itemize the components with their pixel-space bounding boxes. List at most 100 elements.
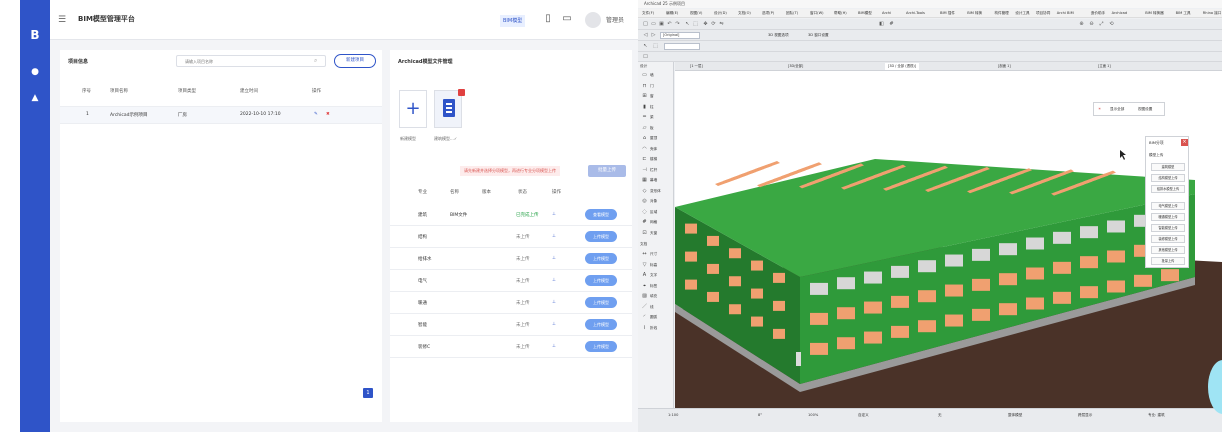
upload-icon[interactable]: ⊥ bbox=[552, 212, 556, 217]
cad-menu-item[interactable]: 设计工具 bbox=[1015, 11, 1029, 16]
tool-item[interactable]: ▭ 墙 bbox=[641, 72, 673, 79]
cad-menu-item[interactable]: Archi bbox=[882, 11, 891, 15]
row-action-button[interactable]: 上传模型 bbox=[585, 231, 617, 242]
tool-item[interactable]: ◇ 变形体 bbox=[641, 188, 673, 195]
row-action-button[interactable]: 上传模型 bbox=[585, 319, 617, 330]
palette-button[interactable]: 给排水模型上传 bbox=[1151, 185, 1185, 193]
table-row[interactable]: 1 Archicad示例项目 厂房 2022-10-10 17:10 ✎ ✖ bbox=[60, 106, 382, 124]
toolbox-icon[interactable]: ☐ bbox=[642, 54, 649, 61]
row-action-button[interactable]: 上传模型 bbox=[585, 341, 617, 352]
zoom-in-icon[interactable]: ⊕ bbox=[1078, 21, 1085, 28]
tool-item[interactable]: ⌇ 折线 bbox=[641, 325, 673, 332]
tool-item[interactable]: ◜ 圆弧 bbox=[641, 314, 673, 321]
palette-button[interactable]: 暖通模型上传 bbox=[1151, 213, 1185, 221]
status-item[interactable]: 自定义 bbox=[858, 413, 869, 418]
cad-menu-item[interactable]: 设计(D) bbox=[714, 11, 727, 16]
status-item[interactable]: 8° bbox=[758, 413, 762, 417]
message-icon[interactable]: ▭ bbox=[560, 12, 574, 26]
palette-button[interactable]: 批量上传 bbox=[1151, 257, 1185, 265]
cad-menu-item[interactable]: 文件(F) bbox=[642, 11, 654, 16]
cad-menu-item[interactable]: 视图(V) bbox=[690, 11, 702, 16]
tool-item[interactable]: ⌂ 屋顶 bbox=[641, 135, 673, 142]
mirror-icon[interactable]: ⇋ bbox=[718, 21, 725, 28]
cad-menu-item[interactable]: 选项(P) bbox=[762, 11, 774, 16]
tool-item[interactable]: ▦ 幕墙 bbox=[641, 177, 673, 184]
move-icon[interactable]: ✥ bbox=[702, 21, 709, 28]
tool-item[interactable]: ⊣ 栏杆 bbox=[641, 167, 673, 174]
project-search-input[interactable] bbox=[176, 55, 326, 67]
home-icon[interactable]: ● bbox=[29, 66, 41, 78]
edit-icon[interactable]: ✎ bbox=[314, 112, 318, 117]
view-options-label[interactable]: 3D 视图选项 bbox=[768, 33, 789, 38]
arrow-icon[interactable]: ↖ bbox=[684, 21, 691, 28]
palette-button[interactable]: 电气模型上传 bbox=[1151, 202, 1185, 210]
undo-icon[interactable]: ↶ bbox=[666, 21, 673, 28]
cad-menu-item[interactable]: 窗口(W) bbox=[810, 11, 824, 16]
upload-icon[interactable]: ⊥ bbox=[552, 234, 556, 239]
tool-item[interactable]: # 网格 bbox=[641, 219, 673, 226]
cad-menu-item[interactable]: 造价助手 bbox=[1091, 11, 1105, 16]
select-icon[interactable]: ⬚ bbox=[652, 43, 659, 50]
layer-combo[interactable]: [Original] bbox=[660, 32, 700, 39]
tool-item[interactable]: ▽ 标高 bbox=[641, 262, 673, 269]
tool-item[interactable]: ▮ 柱 bbox=[641, 104, 673, 111]
show-all-button[interactable]: 显示全部 bbox=[1110, 107, 1124, 112]
tool-item[interactable]: ↔ 尺寸 bbox=[641, 251, 673, 258]
tool-item[interactable]: ▨ 填充 bbox=[641, 293, 673, 300]
palette-button[interactable]: 建筑模型 bbox=[1151, 163, 1185, 171]
view-tab[interactable]: [立面 1] bbox=[1095, 63, 1114, 70]
tool-item[interactable]: A 文字 bbox=[641, 272, 673, 279]
new-file-icon[interactable]: □ bbox=[642, 21, 649, 28]
layers-icon[interactable]: ◧ bbox=[878, 21, 885, 28]
orbit-icon[interactable]: ⟲ bbox=[1108, 21, 1115, 28]
model-file-card[interactable] bbox=[434, 89, 465, 128]
cad-menu-item[interactable]: BIM 插件 bbox=[940, 11, 955, 16]
tool-item[interactable]: ⊞ 窗 bbox=[641, 93, 673, 100]
avatar[interactable] bbox=[585, 12, 601, 28]
row-action-button[interactable]: 上传模型 bbox=[585, 253, 617, 264]
pagination-page[interactable]: 1 bbox=[363, 388, 373, 398]
tool-item[interactable]: ⌖ 标签 bbox=[641, 283, 673, 290]
tool-item[interactable]: ◎ 对象 bbox=[641, 198, 673, 205]
arrow-tool-icon[interactable]: ↖ bbox=[642, 43, 649, 50]
row-action-button[interactable]: 上传模型 bbox=[585, 275, 617, 286]
row-project-name[interactable]: Archicad示例项目 bbox=[110, 112, 148, 118]
add-model-button[interactable]: + bbox=[399, 90, 427, 128]
cad-menu-item[interactable]: BIM 转换 bbox=[967, 11, 982, 16]
status-item[interactable]: 专业: 建筑 bbox=[1148, 413, 1165, 418]
cad-menu-item[interactable]: 帮助(H) bbox=[834, 11, 847, 16]
new-project-button[interactable]: 新建项目 bbox=[334, 54, 376, 68]
status-item[interactable]: 无 bbox=[938, 413, 942, 418]
marquee-icon[interactable]: ⬚ bbox=[692, 21, 699, 28]
tool-item[interactable]: ◌ 区域 bbox=[641, 209, 673, 216]
status-item[interactable]: 100% bbox=[808, 413, 818, 417]
view-tab[interactable]: [3D/全部] bbox=[785, 63, 806, 70]
close-icon[interactable]: × bbox=[1181, 139, 1188, 146]
cad-menu-item[interactable]: 团队(T) bbox=[786, 11, 798, 16]
cad-menu-item[interactable]: BIM 工具 bbox=[1176, 11, 1191, 16]
view-tab[interactable]: [1 一层] bbox=[687, 63, 706, 70]
redo-icon[interactable]: ↷ bbox=[674, 21, 681, 28]
status-item[interactable]: 跨层显示 bbox=[1078, 413, 1092, 418]
tool-item[interactable]: ／线 bbox=[641, 304, 673, 311]
upload-icon[interactable]: ⊥ bbox=[552, 300, 556, 305]
row-action-button[interactable]: 查看模型 bbox=[585, 209, 617, 220]
cad-menu-item[interactable]: Archicad bbox=[1112, 11, 1128, 15]
selection-combo[interactable] bbox=[664, 43, 700, 50]
cad-menu-item[interactable]: 项目协同 bbox=[1036, 11, 1050, 16]
cad-menu-item[interactable]: Rhino 接口 bbox=[1203, 11, 1222, 16]
user-name[interactable]: 管理员 bbox=[606, 15, 624, 24]
save-icon[interactable]: ▣ bbox=[658, 21, 665, 28]
view-tab[interactable]: [剖面 1] bbox=[995, 63, 1014, 70]
row-action-button[interactable]: 上传模型 bbox=[585, 297, 617, 308]
menu-icon[interactable]: ☰ bbox=[56, 14, 68, 26]
batch-upload-button[interactable]: 批量上传 bbox=[588, 165, 626, 177]
view-settings-button[interactable]: 视图设置 bbox=[1138, 107, 1152, 112]
status-item[interactable]: 1:100 bbox=[668, 413, 678, 417]
cad-menu-item[interactable]: Archi BIM bbox=[1057, 11, 1074, 15]
tool-item[interactable]: ⊓ 门 bbox=[641, 83, 673, 90]
cad-menu-item[interactable]: 构件管理 bbox=[994, 11, 1008, 16]
tool-item[interactable]: ═ 梁 bbox=[641, 114, 673, 121]
tool-item[interactable]: ◠ 壳体 bbox=[641, 146, 673, 153]
bim-tag[interactable]: BIM模型 bbox=[500, 15, 526, 27]
